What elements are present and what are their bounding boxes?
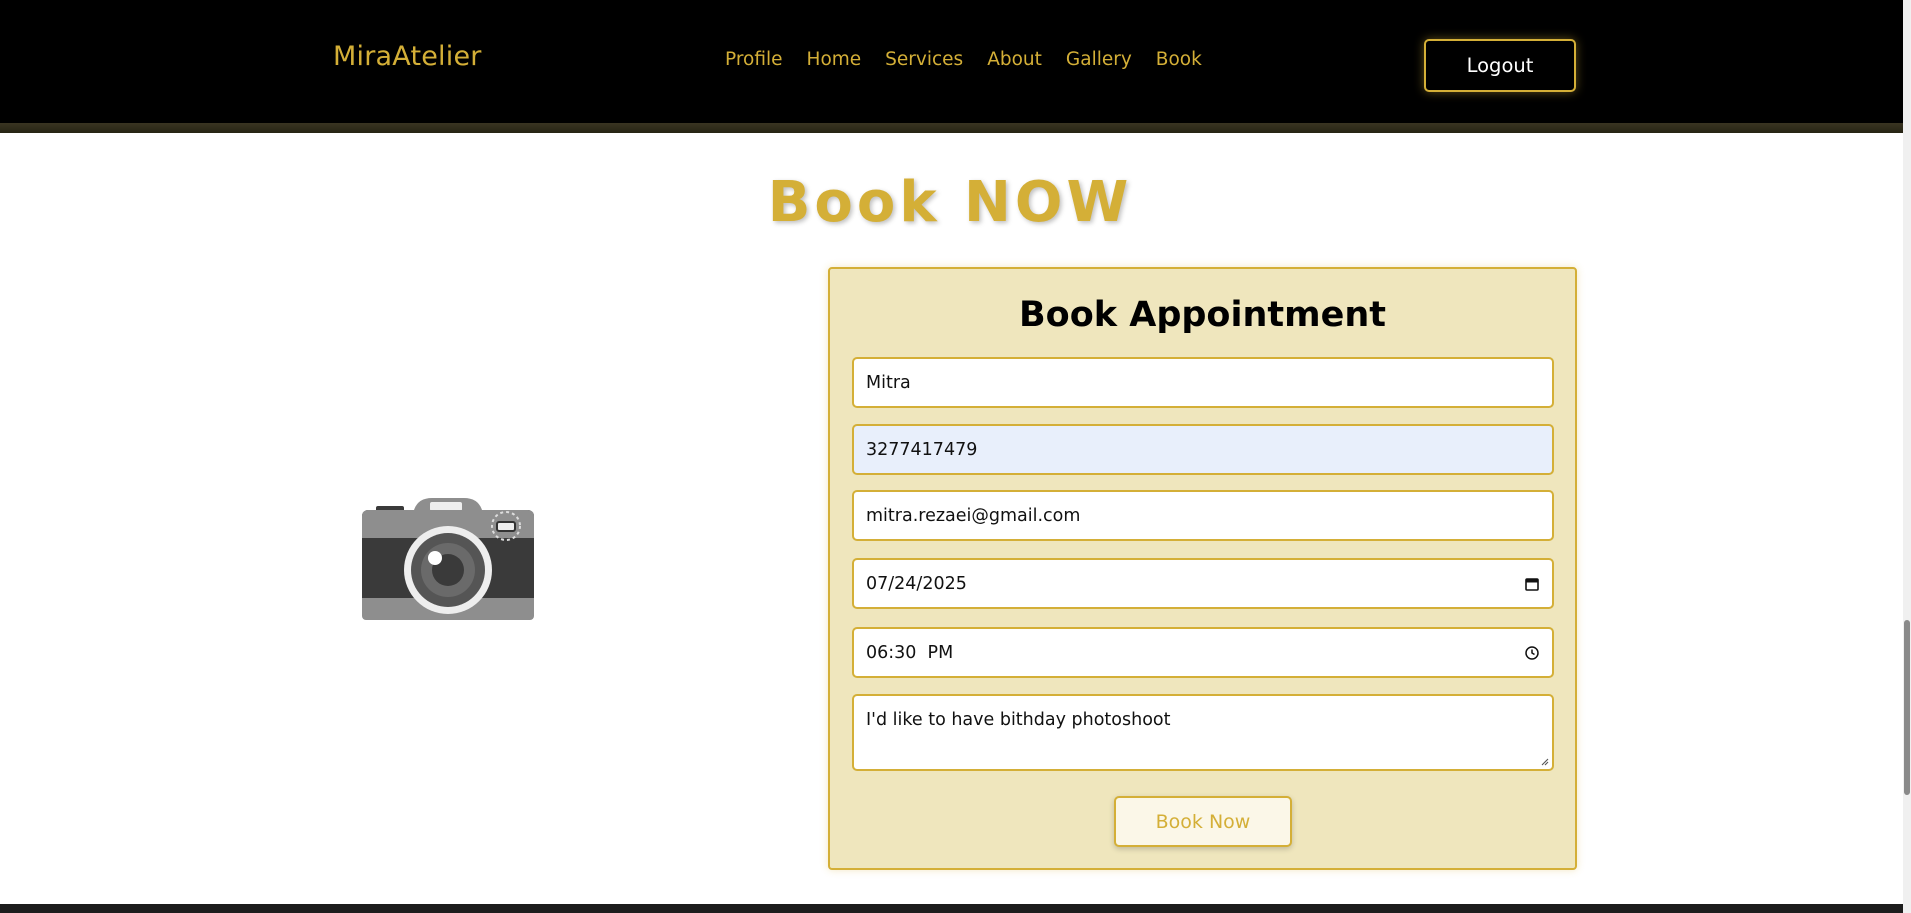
email-value: mitra.rezaei@gmail.com [866,506,1081,526]
name-value: Mitra [866,373,911,393]
logout-button[interactable]: Logout [1424,39,1576,92]
date-input[interactable]: 07/24/2025 [852,558,1554,609]
nav-item-profile[interactable]: Profile [725,49,783,71]
resize-grip-icon[interactable] [1540,757,1549,766]
date-value: 07/24/2025 [866,574,967,594]
name-input[interactable]: Mitra [852,357,1554,408]
nav-item-home[interactable]: Home [807,49,862,71]
form-title: Book Appointment [1019,295,1386,335]
message-value: I'd like to have bithday photoshoot [866,710,1171,730]
message-textarea[interactable]: I'd like to have bithday photoshoot [852,694,1554,771]
time-value: 06:30 PM [866,643,954,663]
header: MiraAtelier Profile Home Services About … [0,0,1903,123]
nav-item-gallery[interactable]: Gallery [1066,49,1132,71]
page: MiraAtelier Profile Home Services About … [0,0,1911,913]
logo[interactable]: MiraAtelier [333,41,482,72]
nav-item-book[interactable]: Book [1156,49,1202,71]
nav-item-about[interactable]: About [987,49,1042,71]
clock-icon[interactable] [1524,645,1540,661]
nav-item-services[interactable]: Services [885,49,963,71]
phone-value: 3277417479 [866,440,978,460]
email-input[interactable]: mitra.rezaei@gmail.com [852,490,1554,541]
scrollbar[interactable] [1903,0,1911,913]
scrollbar-thumb[interactable] [1904,620,1910,795]
booking-form-card: Book Appointment Mitra 3277417479 mitra.… [828,267,1577,870]
time-input[interactable]: 06:30 PM [852,627,1554,678]
page-title: Book NOW [767,170,1133,235]
footer [0,904,1903,913]
main-nav: Profile Home Services About Gallery Book [725,49,1226,71]
calendar-icon[interactable] [1524,576,1540,592]
camera-icon [362,498,534,620]
book-now-button[interactable]: Book Now [1114,796,1292,847]
header-divider [0,123,1903,133]
phone-input[interactable]: 3277417479 [852,424,1554,475]
